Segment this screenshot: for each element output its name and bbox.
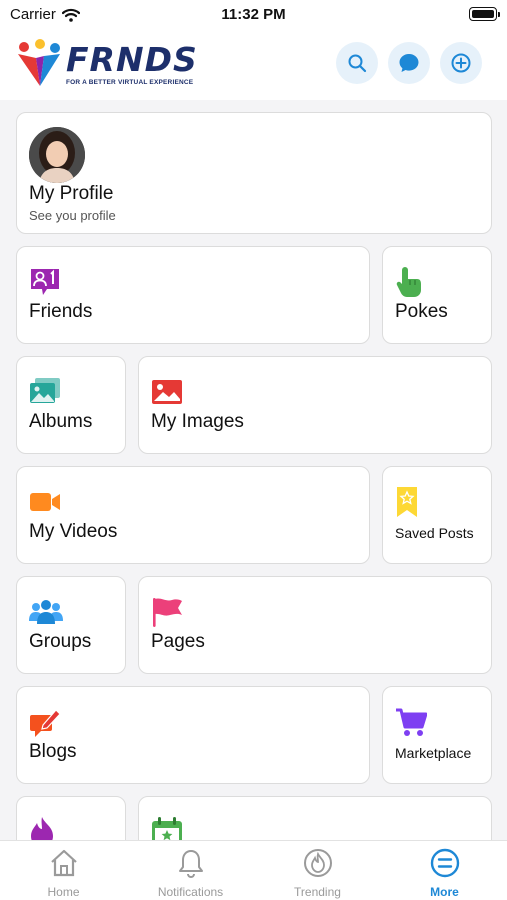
- brand-wordmark: FRNDS: [66, 40, 198, 79]
- marketplace-label: Marketplace: [395, 745, 472, 761]
- fire-icon: [29, 815, 63, 840]
- logo-mark-icon: [18, 39, 60, 86]
- pages-label: Pages: [151, 631, 205, 652]
- albums-card[interactable]: Albums: [16, 356, 126, 454]
- saved-posts-label: Saved Posts: [395, 525, 474, 541]
- flag-icon: [151, 595, 185, 629]
- pokes-label: Pokes: [395, 301, 448, 322]
- groups-label: Groups: [29, 631, 92, 652]
- pages-card[interactable]: Pages: [138, 576, 492, 674]
- groups-icon: [29, 595, 63, 629]
- status-time: 11:32 PM: [221, 6, 286, 23]
- albums-icon: [29, 375, 63, 409]
- video-camera-icon: [29, 485, 63, 519]
- more-menu-grid: My Profile See you profile Friends Pokes: [0, 100, 507, 840]
- profile-card[interactable]: My Profile See you profile: [16, 112, 492, 234]
- profile-name: My Profile: [29, 183, 114, 204]
- bookmark-icon: [395, 485, 429, 519]
- blog-edit-icon: [29, 705, 63, 739]
- bottom-tab-bar: Home Notifications Trending More: [0, 840, 507, 900]
- app-header: FRNDS FOR A BETTER VIRTUAL EXPERIENCE: [0, 30, 507, 100]
- profile-subtitle: See you profile: [29, 208, 116, 223]
- battery-icon: [469, 7, 500, 21]
- tab-trending-label: Trending: [294, 885, 341, 899]
- plus-circle-icon: [451, 53, 471, 73]
- home-icon: [50, 849, 77, 877]
- flame-icon: [303, 849, 332, 877]
- messages-button[interactable]: [388, 42, 430, 84]
- app-logo[interactable]: FRNDS FOR A BETTER VIRTUAL EXPERIENCE: [14, 38, 204, 90]
- search-button[interactable]: [336, 42, 378, 84]
- poke-hand-icon: [395, 265, 429, 299]
- friends-icon: [29, 265, 63, 299]
- saved-posts-card[interactable]: Saved Posts: [382, 466, 492, 564]
- groups-card[interactable]: Groups: [16, 576, 126, 674]
- my-images-label: My Images: [151, 411, 244, 432]
- avatar: [29, 127, 85, 183]
- pokes-card[interactable]: Pokes: [382, 246, 492, 344]
- friends-label: Friends: [29, 301, 93, 322]
- tab-trending[interactable]: Trending: [254, 841, 381, 900]
- partial-card-left[interactable]: [16, 796, 126, 840]
- my-images-card[interactable]: My Images: [138, 356, 492, 454]
- tab-home[interactable]: Home: [0, 841, 127, 900]
- image-icon: [151, 375, 185, 409]
- my-videos-label: My Videos: [29, 521, 118, 542]
- create-button[interactable]: [440, 42, 482, 84]
- partial-card-right[interactable]: [138, 796, 492, 840]
- menu-icon: [430, 848, 459, 878]
- my-videos-card[interactable]: My Videos: [16, 466, 370, 564]
- chat-bubble-icon: [399, 54, 419, 72]
- brand-tagline: FOR A BETTER VIRTUAL EXPERIENCE: [66, 79, 194, 86]
- cart-icon: [395, 705, 429, 739]
- marketplace-card[interactable]: Marketplace: [382, 686, 492, 784]
- blogs-card[interactable]: Blogs: [16, 686, 370, 784]
- tab-more[interactable]: More: [381, 841, 507, 900]
- search-icon: [348, 54, 367, 73]
- calendar-icon: [151, 815, 185, 840]
- tab-notifications[interactable]: Notifications: [127, 841, 254, 900]
- bell-icon: [178, 850, 203, 879]
- blogs-label: Blogs: [29, 741, 77, 762]
- tab-more-label: More: [430, 885, 459, 899]
- albums-label: Albums: [29, 411, 93, 432]
- tab-home-label: Home: [47, 885, 80, 899]
- status-bar: Carrier 11:32 PM: [0, 0, 507, 30]
- tab-notifications-label: Notifications: [157, 885, 224, 899]
- friends-card[interactable]: Friends: [16, 246, 370, 344]
